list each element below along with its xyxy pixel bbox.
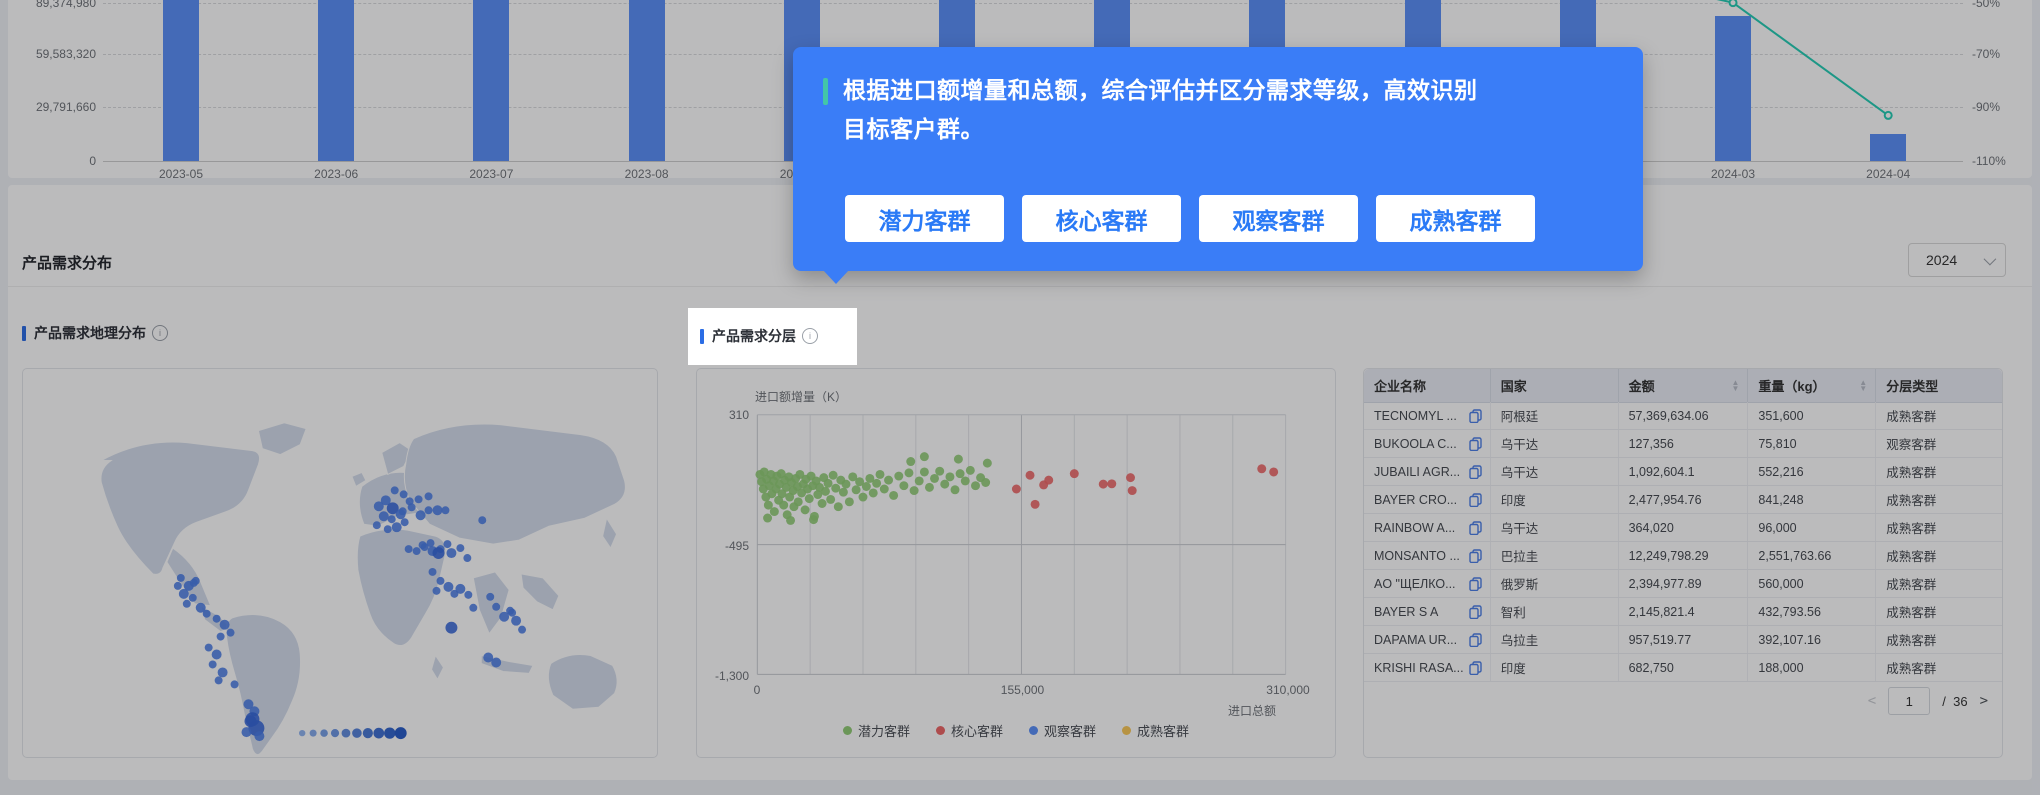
tier-panel-title: 产品需求分层 i bbox=[700, 327, 818, 345]
title-accent-bar bbox=[700, 328, 704, 344]
tooltip-buttons: 潜力客群 核心客群 观察客群 成熟客群 bbox=[845, 195, 1535, 242]
tour-spotlight: 产品需求分层 i bbox=[688, 308, 857, 365]
tier-button-潜力客群[interactable]: 潜力客群 bbox=[845, 195, 1004, 242]
tooltip-text-line2: 目标客户群。 bbox=[843, 116, 984, 142]
info-icon[interactable]: i bbox=[802, 328, 818, 344]
dashboard-page: 89,374,980 59,583,320 29,791,660 0 -50% -70% -… bbox=[0, 0, 2040, 795]
tooltip-text-line1: 根据进口额增量和总额，综合评估并区分需求等级，高效识别 bbox=[843, 77, 1478, 103]
tier-button-核心客群[interactable]: 核心客群 bbox=[1022, 195, 1181, 242]
tour-tooltip: 根据进口额增量和总额，综合评估并区分需求等级，高效识别 目标客户群。 潜力客群核… bbox=[793, 47, 1643, 284]
tooltip-accent-bar bbox=[823, 78, 828, 105]
tooltip-arrow bbox=[823, 270, 849, 284]
tier-button-成熟客群[interactable]: 成熟客群 bbox=[1376, 195, 1535, 242]
tier-button-观察客群[interactable]: 观察客群 bbox=[1199, 195, 1358, 242]
